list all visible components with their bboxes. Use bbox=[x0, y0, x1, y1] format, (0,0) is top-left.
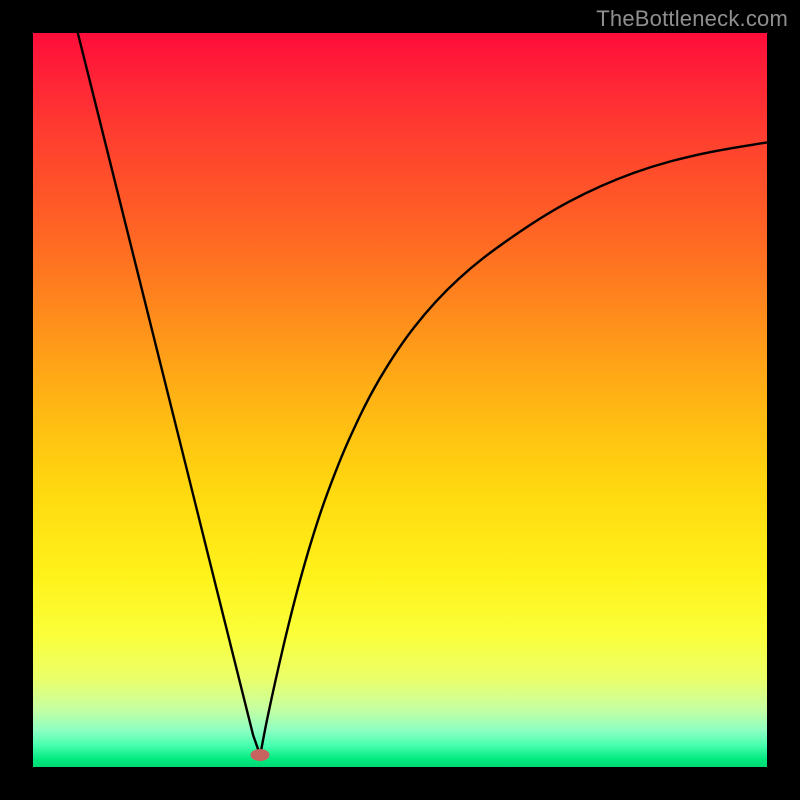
watermark-text: TheBottleneck.com bbox=[596, 6, 788, 32]
chart-frame: TheBottleneck.com bbox=[0, 0, 800, 800]
optimal-point-marker bbox=[251, 749, 270, 761]
plot-area bbox=[33, 33, 767, 767]
bottleneck-curve bbox=[33, 33, 767, 767]
